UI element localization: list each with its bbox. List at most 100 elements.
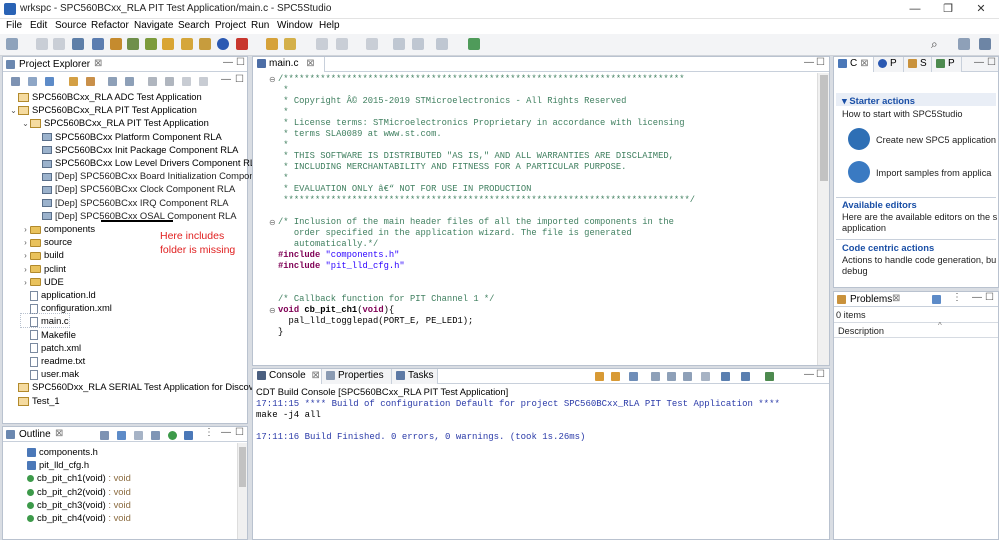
- hammer-icon[interactable]: [110, 38, 122, 50]
- sort-icon[interactable]: [100, 431, 109, 440]
- add-icon[interactable]: [148, 77, 157, 86]
- tree-item[interactable]: SPC560Dxx_RLA SERIAL Test Application fo…: [9, 380, 266, 393]
- tab-properties[interactable]: Properties: [322, 369, 392, 384]
- outline-scrollbar[interactable]: [237, 443, 247, 539]
- pin-editor-icon[interactable]: [468, 38, 480, 50]
- outline-close-icon[interactable]: ⊠: [55, 428, 63, 439]
- tree-item[interactable]: ⌄ SPC560BCxx_RLA PIT Test Application: [21, 116, 209, 129]
- remove-icon[interactable]: [165, 77, 174, 86]
- description-column[interactable]: Description: [838, 326, 884, 337]
- outline-item[interactable]: components.h: [27, 445, 98, 458]
- hammer-small-icon[interactable]: [69, 77, 78, 86]
- group-icon[interactable]: [184, 431, 193, 440]
- starter-actions-title[interactable]: ▾ Starter actions: [842, 95, 915, 107]
- maximize-view-icon[interactable]: ☐: [236, 57, 245, 68]
- menu-help[interactable]: Help: [319, 20, 340, 31]
- tree-item[interactable]: ⌄ SPC560BCxx_RLA PIT Test Application: [9, 103, 197, 116]
- menu-project[interactable]: Project: [215, 20, 246, 31]
- word-wrap-icon[interactable]: [701, 372, 710, 381]
- tab-p2[interactable]: P: [932, 57, 962, 72]
- problems-column-header[interactable]: Description ^: [834, 321, 998, 338]
- forward-icon[interactable]: [436, 38, 448, 50]
- expand-toggle-icon[interactable]: ⌄: [9, 104, 18, 117]
- tree-item[interactable]: readme.txt: [21, 354, 85, 367]
- show-console-icon[interactable]: [721, 372, 730, 381]
- right-maximize-icon[interactable]: ☐: [987, 57, 996, 68]
- outline-minimize-icon[interactable]: —: [221, 427, 231, 438]
- next-annotation-icon[interactable]: [336, 38, 348, 50]
- brush-icon[interactable]: [162, 38, 174, 50]
- problems-minimize-icon[interactable]: —: [972, 292, 982, 303]
- display-console-icon[interactable]: [741, 372, 750, 381]
- menu-navigate[interactable]: Navigate: [134, 20, 173, 31]
- problems-filter-icon[interactable]: [932, 295, 941, 304]
- view-maximize-icon[interactable]: ☐: [235, 74, 244, 85]
- paste-icon[interactable]: [125, 77, 134, 86]
- fold-function-icon[interactable]: ⊖: [269, 306, 276, 315]
- outline-scroll-thumb[interactable]: [239, 447, 246, 487]
- annotation-icon[interactable]: [316, 38, 328, 50]
- tree-item[interactable]: Makefile: [21, 328, 76, 341]
- editor-scrollbar[interactable]: [817, 73, 829, 365]
- menu-run[interactable]: Run: [251, 20, 269, 31]
- problems-title[interactable]: Problems: [850, 294, 892, 305]
- tab-c-close-icon[interactable]: ⊠: [860, 58, 868, 69]
- import-samples-icon[interactable]: [848, 161, 870, 183]
- copy-console-icon[interactable]: [651, 372, 660, 381]
- package-icon[interactable]: [181, 38, 193, 50]
- tree-item[interactable]: › build: [21, 248, 64, 261]
- minimize-button[interactable]: —: [900, 2, 930, 16]
- folder-tools-icon[interactable]: [199, 38, 211, 50]
- tree-item[interactable]: [Dep] SPC560BCxx Clock Component RLA: [33, 182, 235, 195]
- create-app-link[interactable]: Create new SPC5 application: [876, 135, 996, 146]
- outline-maximize-icon[interactable]: ☐: [235, 427, 244, 438]
- maximize-button[interactable]: ❐: [933, 2, 963, 16]
- move-down-icon[interactable]: [199, 77, 208, 86]
- search-icon[interactable]: ⌕: [931, 37, 938, 52]
- wizard-icon[interactable]: [92, 38, 104, 50]
- minimize-view-icon[interactable]: —: [223, 57, 233, 68]
- tab-console[interactable]: Console ⊠: [253, 369, 322, 384]
- close-button[interactable]: ✕: [966, 2, 996, 16]
- tab-close-icon[interactable]: ⊠: [306, 58, 314, 69]
- menu-file[interactable]: File: [6, 20, 22, 31]
- print-icon[interactable]: [72, 38, 84, 50]
- filter-icon[interactable]: [45, 77, 54, 86]
- outline-item[interactable]: cb_pit_ch3(void) : void: [27, 498, 131, 511]
- tree-item[interactable]: application.ld: [21, 288, 96, 301]
- menu-window[interactable]: Window: [277, 20, 313, 31]
- expand-toggle-icon[interactable]: ⌄: [21, 117, 30, 130]
- pin-console-icon[interactable]: [667, 372, 676, 381]
- outline-item[interactable]: cb_pit_ch1(void) : void: [27, 471, 131, 484]
- right-minimize-icon[interactable]: —: [974, 57, 984, 68]
- prev-annotation-icon[interactable]: [366, 38, 378, 50]
- back-icon[interactable]: [412, 38, 424, 50]
- new-icon[interactable]: [6, 38, 18, 50]
- tree-item[interactable]: Test_1: [9, 394, 60, 407]
- tree-item[interactable]: › source: [21, 235, 72, 248]
- copy-icon[interactable]: [108, 77, 117, 86]
- info-icon[interactable]: [217, 38, 229, 50]
- tree-item[interactable]: › components: [21, 222, 95, 235]
- fold-comment-icon[interactable]: ⊖: [269, 75, 276, 84]
- clear-console-icon[interactable]: [683, 372, 692, 381]
- tree-item[interactable]: [Dep] SPC560BCxx Board Initialization Co…: [33, 169, 265, 182]
- project-explorer-title[interactable]: Project Explorer: [19, 59, 90, 70]
- tab-main-c[interactable]: main.c ⊠: [253, 57, 325, 72]
- outline-item[interactable]: cb_pit_ch4(void) : void: [27, 511, 131, 524]
- tree-item[interactable]: SPC560BCxx_RLA ADC Test Application: [9, 90, 202, 103]
- outline-title[interactable]: Outline: [19, 429, 51, 440]
- debug-icon[interactable]: [236, 38, 248, 50]
- fold-include-icon[interactable]: ⊖: [269, 218, 276, 227]
- gear-icon[interactable]: [145, 38, 157, 50]
- console-close-icon[interactable]: ⊠: [311, 370, 319, 381]
- problems-maximize-icon[interactable]: ☐: [985, 292, 994, 303]
- console-output[interactable]: 17:11:15 **** Build of configuration Def…: [256, 399, 826, 443]
- tree-item[interactable]: › UDE: [21, 275, 64, 288]
- tree-item[interactable]: configuration.xml: [21, 301, 112, 314]
- hide-members-icon[interactable]: [168, 431, 177, 440]
- c-perspective-icon[interactable]: [979, 38, 991, 50]
- tab-tasks[interactable]: Tasks: [392, 369, 438, 384]
- tab-p[interactable]: P: [874, 57, 904, 72]
- outline-item[interactable]: pit_lld_cfg.h: [27, 458, 89, 471]
